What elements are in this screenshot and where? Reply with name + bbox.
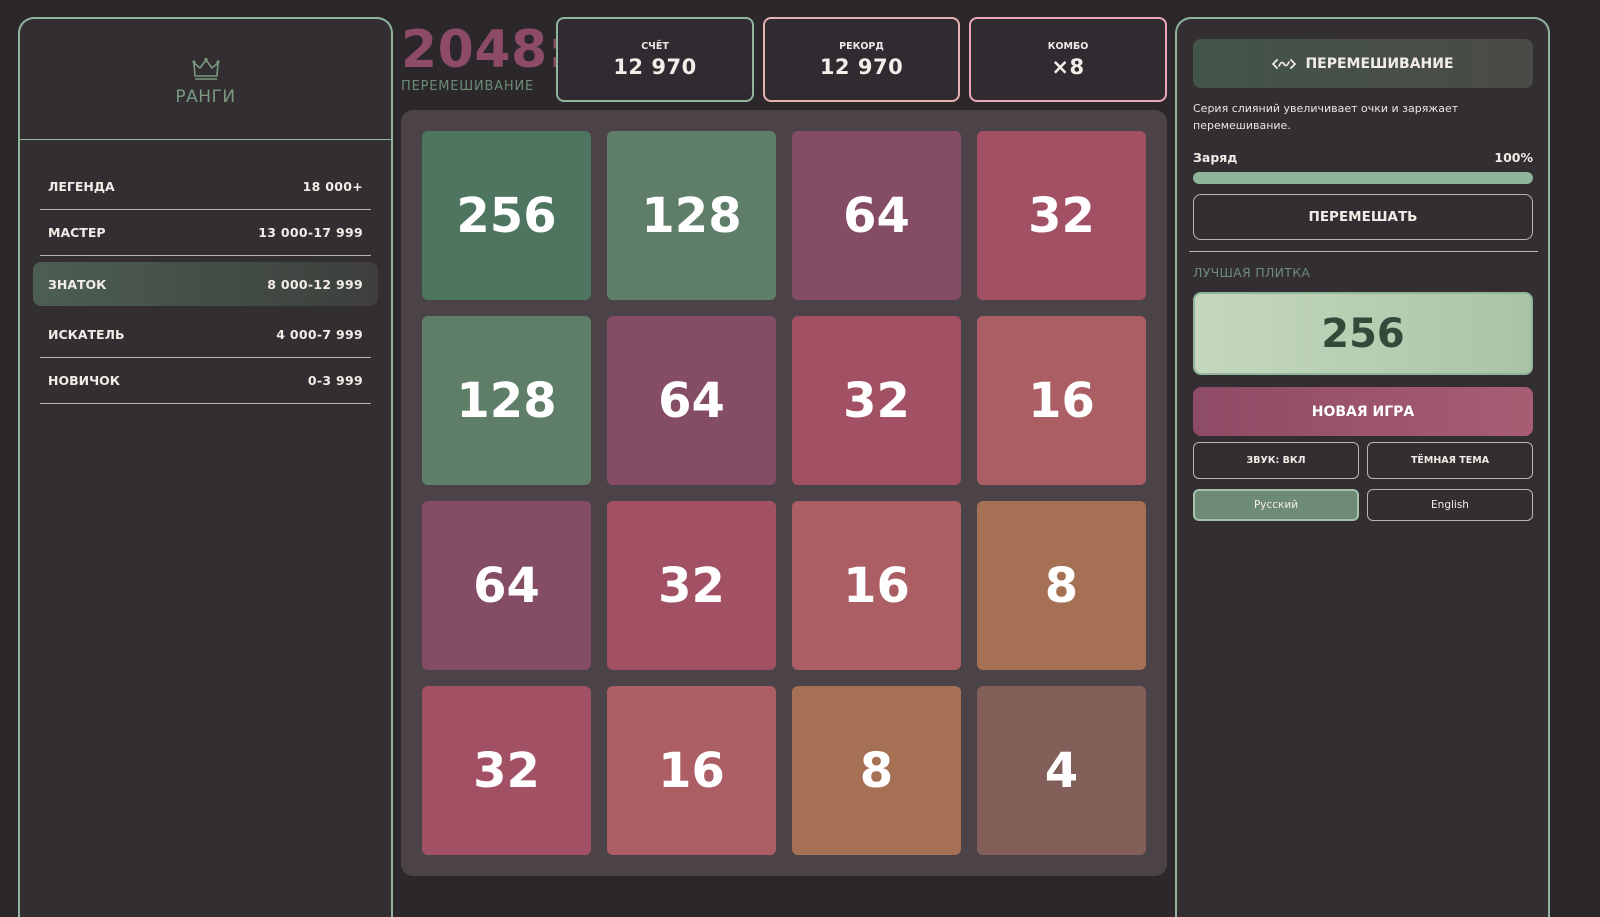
charge-value: 100% (1494, 150, 1533, 165)
tile: 8 (977, 501, 1146, 670)
tile: 128 (422, 316, 591, 485)
tile: 32 (977, 131, 1146, 300)
crown-icon (191, 57, 220, 80)
tile: 16 (607, 686, 776, 855)
tile: 4 (977, 686, 1146, 855)
record-box: РЕКОРД 12 970 (763, 17, 960, 102)
mode-description: Серия слияний увеличивает очки и заряжае… (1193, 102, 1459, 132)
shuffle-button[interactable]: ПЕРЕМЕШАТЬ (1193, 194, 1533, 240)
mode-header: ПЕРЕМЕШИВАНИЕ (1193, 39, 1533, 88)
best-tile-value: 256 (1193, 292, 1533, 375)
rank-name: НОВИЧОК (48, 373, 121, 388)
tile: 16 (792, 501, 961, 670)
rank-range: 4 000-7 999 (276, 327, 363, 342)
logo-title: 2048: (401, 20, 570, 80)
tile: 128 (607, 131, 776, 300)
charge-row: Заряд 100% (1193, 150, 1533, 165)
combo-label: КОМБО (1047, 40, 1089, 52)
score-value: 12 970 (613, 54, 697, 79)
tile: 8 (792, 686, 961, 855)
rank-row-expert-current: ЗНАТОК 8 000-12 999 (33, 262, 378, 306)
logo-subtitle: ПЕРЕМЕШИВАНИЕ (401, 79, 535, 94)
rank-row-master: МАСТЕР 13 000-17 999 (40, 210, 371, 256)
tile: 64 (607, 316, 776, 485)
tile: 32 (607, 501, 776, 670)
tile: 32 (422, 686, 591, 855)
charge-label: Заряд (1193, 150, 1238, 165)
tile: 64 (422, 501, 591, 670)
rank-name: ЛЕГЕНДА (48, 179, 115, 194)
ranks-panel: РАНГИ ЛЕГЕНДА 18 000+ МАСТЕР 13 000-17 9… (18, 17, 393, 917)
combo-box: КОМБО ×8 (969, 17, 1167, 102)
mode-title: ПЕРЕМЕШИВАНИЕ (1305, 55, 1454, 72)
shuffle-icon (1272, 58, 1297, 69)
tile: 64 (792, 131, 961, 300)
rank-name: ИСКАТЕЛЬ (48, 327, 125, 342)
tile: 16 (977, 316, 1146, 485)
best-tile-label: ЛУЧШАЯ ПЛИТКА (1193, 265, 1311, 280)
rank-name: МАСТЕР (48, 225, 106, 240)
record-label: РЕКОРД (839, 40, 884, 52)
charge-bar-fill (1193, 172, 1533, 184)
ranks-header: РАНГИ (20, 19, 391, 140)
theme-toggle-button[interactable]: ТЁМНАЯ ТЕМА (1367, 442, 1533, 479)
rank-range: 0-3 999 (307, 373, 363, 388)
rank-list: ЛЕГЕНДА 18 000+ МАСТЕР 13 000-17 999 ЗНА… (20, 140, 391, 404)
language-english-button[interactable]: English (1367, 489, 1533, 521)
combo-value: ×8 (1051, 54, 1085, 79)
tile: 256 (422, 131, 591, 300)
rank-name: ЗНАТОК (48, 276, 107, 292)
ranks-title: РАНГИ (175, 87, 236, 107)
control-panel: ПЕРЕМЕШИВАНИЕ Серия слияний увеличивает … (1175, 17, 1550, 917)
score-label: СЧЁТ (641, 40, 669, 52)
rank-row-novice: НОВИЧОК 0-3 999 (40, 358, 371, 404)
divider (1189, 251, 1538, 252)
charge-bar (1193, 172, 1533, 184)
rank-range: 8 000-12 999 (267, 276, 363, 292)
rank-row-legend: ЛЕГЕНДА 18 000+ (40, 164, 371, 210)
game-logo: 2048: ПЕРЕМЕШИВАНИЕ (401, 20, 570, 94)
rank-range: 18 000+ (302, 179, 363, 194)
record-value: 12 970 (819, 54, 904, 79)
sound-toggle-button[interactable]: ЗВУК: ВКЛ (1193, 442, 1359, 479)
game-board[interactable]: 256 128 64 32 128 64 32 16 64 32 16 8 32 16 8 4 (401, 110, 1167, 876)
rank-row-seeker: ИСКАТЕЛЬ 4 000-7 999 (40, 312, 371, 358)
new-game-button[interactable]: НОВАЯ ИГРА (1193, 387, 1533, 436)
tile: 32 (792, 316, 961, 485)
rank-range: 13 000-17 999 (258, 225, 363, 240)
language-russian-button[interactable]: Русский (1193, 489, 1359, 521)
score-box: СЧЁТ 12 970 (556, 17, 754, 102)
